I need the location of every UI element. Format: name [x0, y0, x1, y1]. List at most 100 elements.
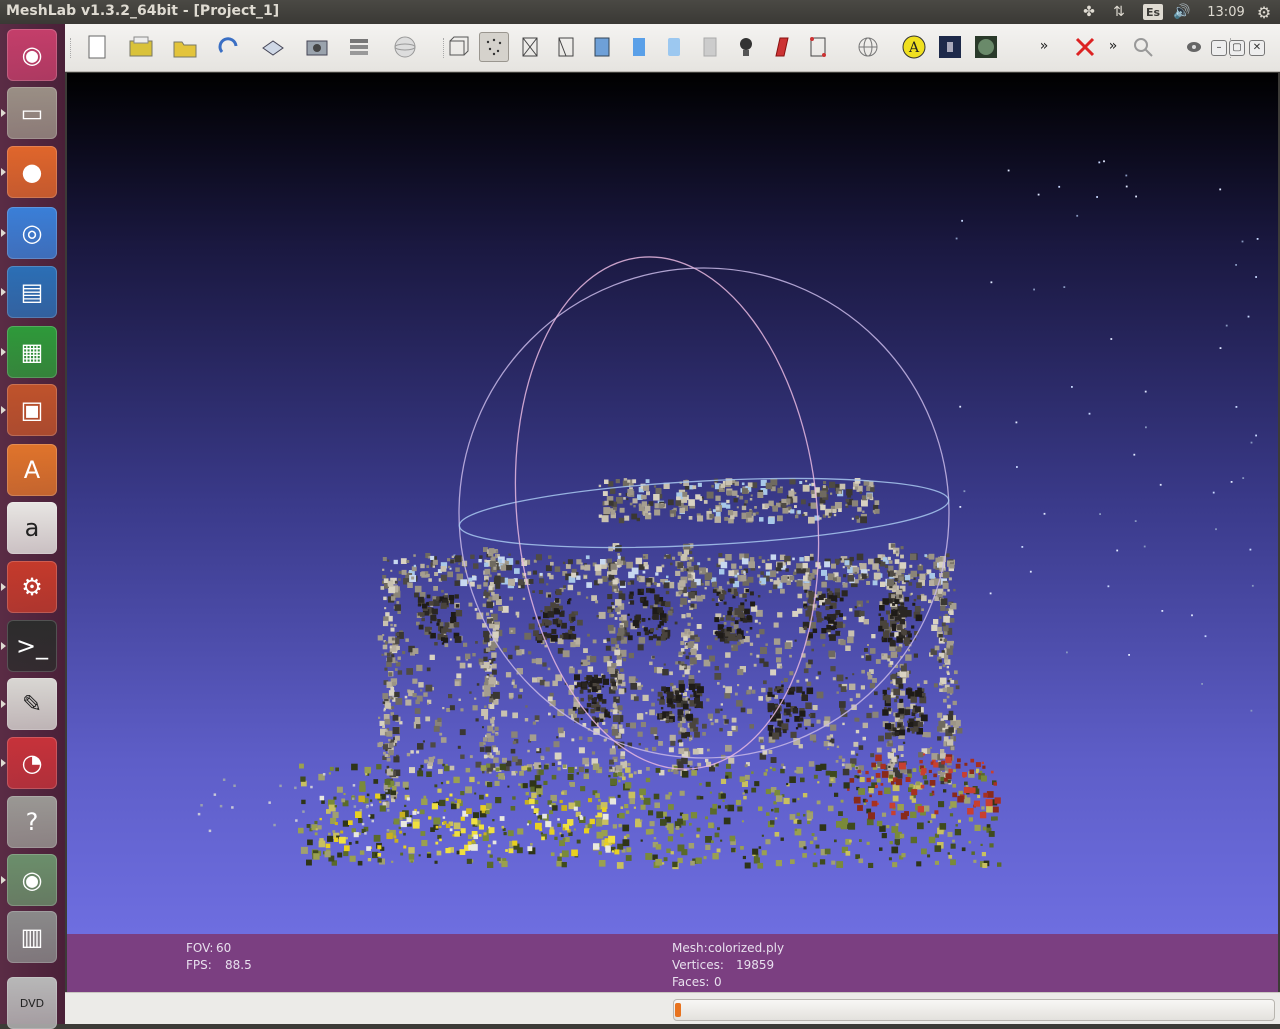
launcher-writer-icon[interactable]: ▤	[7, 266, 57, 318]
layers-icon[interactable]	[344, 32, 374, 62]
visibility-icon[interactable]	[1179, 32, 1209, 62]
point	[707, 557, 711, 561]
point	[871, 800, 878, 807]
launcher-system-settings-icon[interactable]: ⚙	[7, 561, 57, 613]
toolbar-handle[interactable]	[70, 38, 73, 58]
point	[886, 610, 890, 615]
point	[828, 590, 833, 595]
save-icon[interactable]	[258, 32, 288, 62]
backface-icon[interactable]	[767, 32, 797, 62]
trackball-icon[interactable]	[390, 32, 420, 62]
point	[724, 805, 729, 809]
texture-icon[interactable]	[695, 32, 725, 62]
point	[680, 641, 685, 646]
point	[712, 853, 719, 860]
point	[667, 836, 673, 842]
point	[834, 839, 837, 843]
launcher-help-icon[interactable]: ?	[7, 796, 57, 848]
launcher-eye-of-gnome-icon[interactable]: ◉	[7, 854, 57, 906]
launcher-meshlab-icon[interactable]: ▥	[7, 911, 57, 963]
dropbox-icon[interactable]: ✤	[1080, 2, 1098, 22]
point	[849, 608, 853, 612]
more-chevron-2-icon[interactable]: »	[1098, 32, 1128, 62]
import-mesh-icon[interactable]	[170, 32, 200, 62]
point	[382, 557, 387, 561]
flat-icon[interactable]	[624, 32, 654, 62]
light-icon[interactable]	[731, 32, 761, 62]
point	[977, 795, 981, 799]
point	[1255, 434, 1257, 437]
point	[678, 748, 685, 754]
point	[332, 811, 339, 818]
open-project-icon[interactable]	[126, 32, 156, 62]
point	[804, 719, 811, 726]
network-arrows-icon[interactable]: ⇅	[1110, 2, 1128, 22]
select-faces-icon[interactable]	[803, 32, 833, 62]
points-render-icon[interactable]	[479, 32, 509, 62]
launcher-terminal-icon[interactable]: >_	[7, 620, 57, 672]
point	[754, 781, 760, 787]
zoom-icon[interactable]	[1128, 32, 1158, 62]
restore-button[interactable]: ▢	[1229, 40, 1245, 56]
point	[483, 832, 487, 836]
point	[616, 862, 624, 869]
delete-icon[interactable]	[1070, 32, 1100, 62]
gear-icon[interactable]: ⚙	[1254, 2, 1274, 22]
point	[482, 834, 489, 841]
wireframe-icon[interactable]	[515, 32, 545, 62]
minimize-button[interactable]: –	[1211, 40, 1227, 56]
render-shader-icon[interactable]	[935, 32, 965, 62]
keyboard-layout-indicator[interactable]: Es	[1143, 4, 1164, 20]
point	[1251, 584, 1254, 587]
snapshot-icon[interactable]	[302, 32, 332, 62]
point	[757, 862, 764, 869]
launcher-chrome-icon[interactable]: ◎	[7, 207, 57, 259]
point	[855, 717, 860, 722]
point	[889, 661, 894, 665]
point	[486, 763, 491, 768]
launcher-dvd-icon[interactable]: DVD	[7, 977, 57, 1029]
close-button[interactable]: ✕	[1249, 40, 1265, 56]
point	[487, 844, 491, 848]
texture-ball-icon[interactable]	[971, 32, 1001, 62]
hidden-lines-icon[interactable]	[551, 32, 581, 62]
point	[535, 633, 539, 637]
point	[555, 674, 562, 682]
launcher-firefox-icon[interactable]: ●	[7, 146, 57, 198]
globe-icon[interactable]	[853, 32, 883, 62]
more-chevron-icon[interactable]: »	[1029, 32, 1059, 62]
clock[interactable]: 13:09	[1206, 2, 1246, 22]
point	[586, 582, 592, 588]
point	[802, 562, 808, 569]
point	[474, 792, 477, 795]
point	[736, 506, 739, 509]
point	[828, 512, 833, 517]
point	[398, 570, 402, 575]
annotation-icon[interactable]: A	[899, 32, 929, 62]
point	[782, 766, 786, 769]
point	[990, 281, 993, 284]
point	[434, 860, 438, 864]
flat-lines-icon[interactable]	[587, 32, 617, 62]
point	[943, 715, 948, 721]
launcher-ubuntu-dash-icon[interactable]: ◉	[7, 29, 57, 81]
point	[728, 570, 735, 577]
point	[666, 716, 670, 720]
bounding-box-icon[interactable]	[443, 32, 473, 62]
point-cloud-scene[interactable]	[67, 73, 1278, 934]
new-empty-project-icon[interactable]	[82, 32, 112, 62]
smooth-icon[interactable]	[659, 32, 689, 62]
launcher-files-icon[interactable]: ▭	[7, 87, 57, 139]
point	[619, 564, 622, 567]
3d-viewport[interactable]	[67, 73, 1278, 934]
reload-icon[interactable]	[214, 32, 244, 62]
launcher-amazon-icon[interactable]: a	[7, 502, 57, 554]
point	[821, 581, 827, 588]
launcher-text-editor-icon[interactable]: ✎	[7, 678, 57, 730]
point	[694, 731, 700, 738]
launcher-software-center-icon[interactable]: A	[7, 444, 57, 496]
volume-icon[interactable]: 🔊	[1172, 2, 1192, 22]
launcher-impress-icon[interactable]: ▣	[7, 384, 57, 436]
launcher-calc-icon[interactable]: ▦	[7, 326, 57, 378]
launcher-document-viewer-icon[interactable]: ◔	[7, 737, 57, 789]
